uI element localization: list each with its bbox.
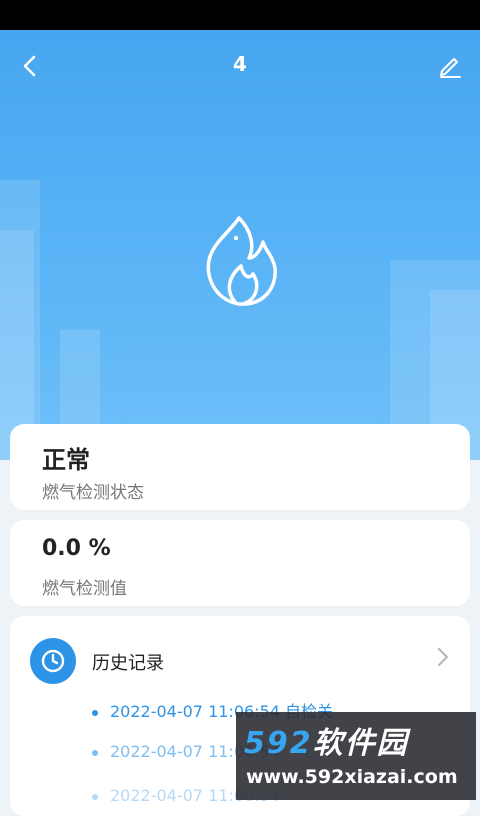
nav-bar: 4 <box>0 30 480 102</box>
status-bar <box>0 0 480 30</box>
gas-value-card: 0.0 % 燃气检测值 <box>10 520 470 606</box>
edit-pencil-icon <box>440 58 461 78</box>
history-title: 历史记录 <box>92 653 164 674</box>
flame-icon <box>206 216 277 306</box>
gas-status-label: 燃气检测状态 <box>42 483 144 503</box>
chevron-right-icon[interactable] <box>436 646 450 668</box>
gas-detect-label: 燃气检测值 <box>42 579 127 599</box>
watermark-brand: 592软件园 <box>244 726 409 761</box>
gas-status-value: 正常 <box>42 446 90 474</box>
gas-detect-value: 0.0 % <box>42 536 111 561</box>
gas-status-card: 正常 燃气检测状态 <box>10 424 470 510</box>
clock-icon <box>30 638 76 684</box>
watermark-url: www.592xiazai.com <box>246 766 458 788</box>
edit-button[interactable] <box>432 48 468 84</box>
page-title: 4 <box>233 52 247 76</box>
watermark: 592软件园 www.592xiazai.com <box>236 712 476 800</box>
